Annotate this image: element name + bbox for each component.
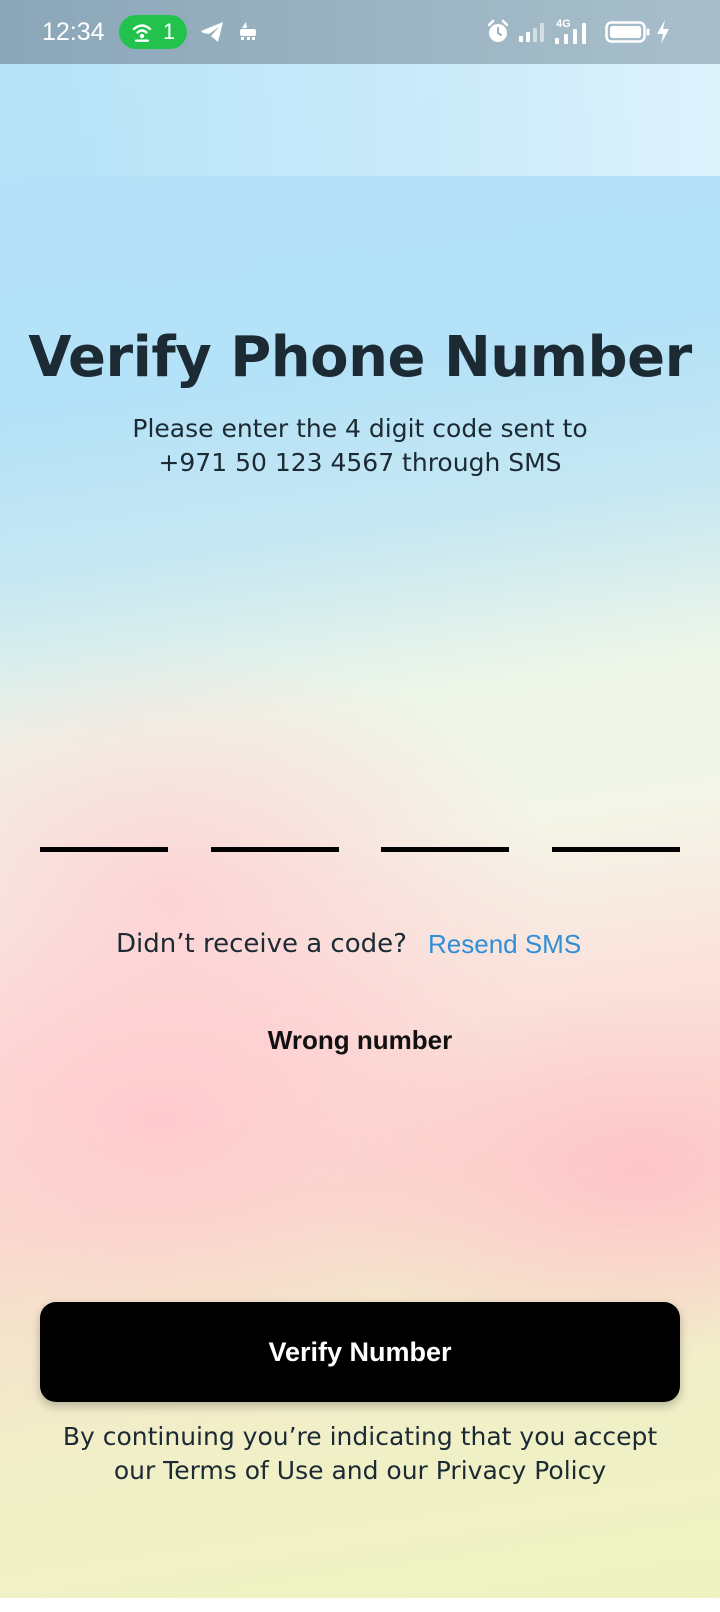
hotspot-count: 1 xyxy=(162,19,176,44)
verify-phone-screen: 12:34 1 4G Verify Phone Number Please en… xyxy=(0,0,720,1612)
resend-row: Didn’t receive a code? Resend SMS xyxy=(0,922,720,966)
instructions-line-1: Please enter the 4 digit code sent to xyxy=(132,414,588,443)
charging-icon xyxy=(657,20,669,44)
hotspot-icon xyxy=(132,24,152,42)
resend-sms-link[interactable]: Resend SMS xyxy=(428,922,581,966)
verify-number-button[interactable]: Verify Number xyxy=(40,1302,680,1402)
terms-line-1: By continuing you’re indicating that you… xyxy=(62,1422,658,1451)
alarm-icon xyxy=(487,19,509,42)
signal-icon xyxy=(519,23,544,42)
bottom-edge xyxy=(0,1598,720,1612)
header-band xyxy=(0,64,720,176)
hotspot-indicator[interactable]: 1 xyxy=(119,15,187,49)
telegram-icon xyxy=(201,22,223,42)
battery-icon xyxy=(605,21,650,43)
terms-line-2: our Terms of Use and our Privacy Policy xyxy=(113,1456,607,1485)
status-time: 12:34 xyxy=(42,18,105,46)
notification-icon xyxy=(240,22,256,40)
code-digit-1[interactable] xyxy=(40,760,168,852)
instructions: Please enter the 4 digit code sent to +9… xyxy=(60,412,660,480)
wrong-number-link[interactable]: Wrong number xyxy=(0,1018,720,1062)
page-title: Verify Phone Number xyxy=(28,325,692,390)
code-digit-3-underline xyxy=(381,847,509,852)
code-digit-2-underline xyxy=(211,847,339,852)
instructions-line-2: +971 50 123 4567 through SMS xyxy=(158,448,562,477)
verify-number-label: Verify Number xyxy=(268,1336,452,1367)
code-digit-2[interactable] xyxy=(211,760,339,852)
code-digit-3[interactable] xyxy=(381,760,509,852)
code-digit-4-underline xyxy=(552,847,680,852)
4g-signal-icon: 4G xyxy=(555,18,586,44)
code-digit-1-underline xyxy=(40,847,168,852)
terms-notice: By continuing you’re indicating that you… xyxy=(30,1420,690,1488)
network-label: 4G xyxy=(556,18,571,30)
resend-prompt: Didn’t receive a code? xyxy=(116,929,407,959)
status-bar: 12:34 1 4G xyxy=(0,0,720,64)
code-digit-4[interactable] xyxy=(552,760,680,852)
